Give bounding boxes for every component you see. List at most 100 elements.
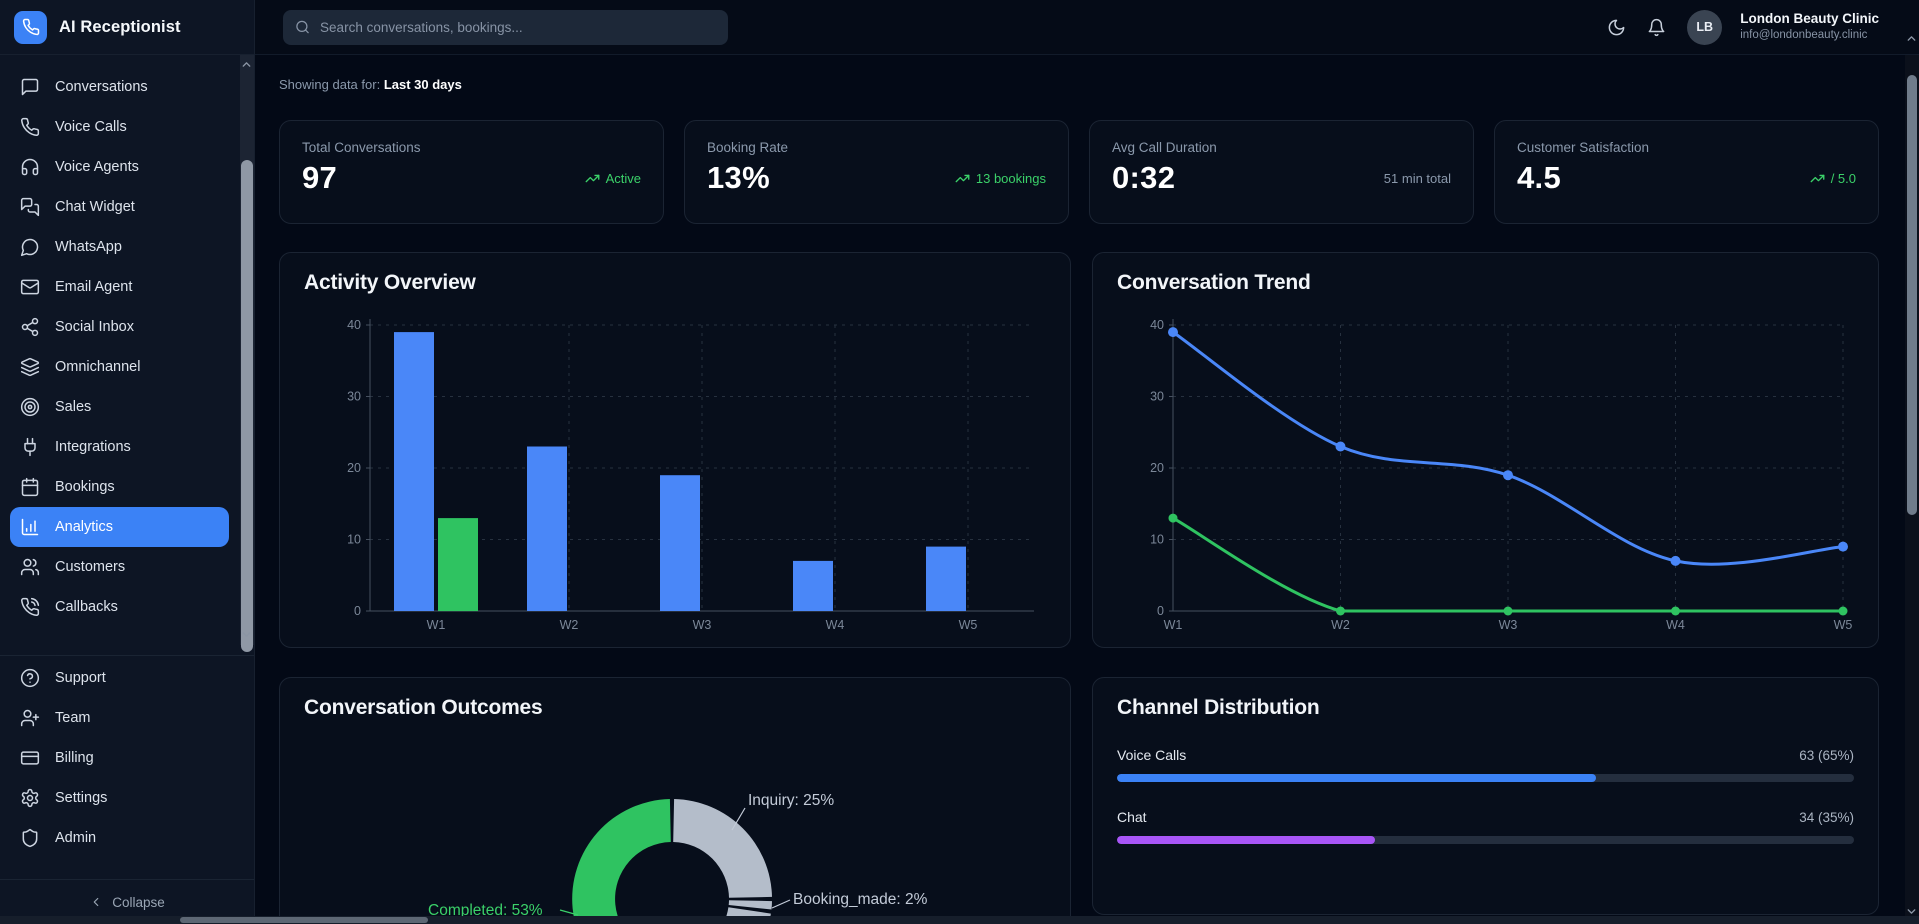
sidebar-item-label: Support <box>55 670 106 686</box>
sidebar-item-voice-calls[interactable]: Voice Calls <box>10 107 229 147</box>
sidebar-item-label: WhatsApp <box>55 239 122 255</box>
chevron-up-icon[interactable] <box>1905 32 1918 45</box>
horizontal-scrollbar-track[interactable] <box>0 916 1919 924</box>
channel-value: 63 (65%) <box>1799 748 1854 763</box>
bottom-row: Conversation Outcomes Inquiry: 25%Bookin… <box>279 677 1879 924</box>
chevron-down-icon[interactable] <box>1905 905 1918 918</box>
svg-text:W3: W3 <box>1499 618 1518 632</box>
bell-icon <box>1647 18 1666 37</box>
sidebar-item-voice-agents[interactable]: Voice Agents <box>10 147 229 187</box>
svg-text:W1: W1 <box>1164 618 1183 632</box>
sidebar-footer-nav: Support Team Billing SettingsAdmin <box>0 656 254 858</box>
sidebar-item-admin[interactable]: Admin <box>10 818 229 858</box>
svg-text:W3: W3 <box>693 618 712 632</box>
user-email: info@londonbeauty.clinic <box>1740 28 1879 42</box>
svg-text:30: 30 <box>1150 390 1164 404</box>
sidebar-item-bookings[interactable]: Bookings <box>10 467 229 507</box>
svg-text:40: 40 <box>347 318 361 332</box>
date-range-value: Last 30 days <box>384 77 462 92</box>
conversation-outcomes-panel: Conversation Outcomes Inquiry: 25%Bookin… <box>279 677 1071 924</box>
share-icon <box>20 317 40 337</box>
page-scrollbar-thumb[interactable] <box>1907 75 1917 515</box>
svg-text:Booking_made: 2%: Booking_made: 2% <box>793 891 928 908</box>
app-logo-row: AI Receptionist <box>0 0 254 55</box>
svg-text:W4: W4 <box>1666 618 1685 632</box>
trending-up-icon <box>1810 171 1825 186</box>
sidebar-item-label: Email Agent <box>55 279 132 295</box>
search-input[interactable] <box>320 20 716 35</box>
channel-row-0: Voice Calls63 (65%) <box>1117 747 1854 782</box>
panel-title: Conversation Trend <box>1117 271 1854 295</box>
plug-icon <box>20 437 40 457</box>
avatar[interactable]: LB <box>1687 10 1722 45</box>
sidebar-item-chat-widget[interactable]: Chat Widget <box>10 187 229 227</box>
mail-icon <box>20 277 40 297</box>
user-info: London Beauty Clinic info@londonbeauty.c… <box>1740 11 1879 42</box>
channel-distribution-panel: Channel Distribution Voice Calls63 (65%)… <box>1092 677 1879 915</box>
sidebar-item-label: Analytics <box>55 519 113 535</box>
sidebar-item-label: Bookings <box>55 479 115 495</box>
channel-progress-fill <box>1117 774 1596 782</box>
phone-icon <box>22 18 40 36</box>
sidebar-item-team[interactable]: Team <box>10 698 229 738</box>
svg-text:10: 10 <box>347 533 361 547</box>
sidebar-item-billing[interactable]: Billing <box>10 738 229 778</box>
stat-value: 0:32 <box>1112 160 1175 196</box>
sidebar-item-support[interactable]: Support <box>10 658 229 698</box>
stat-label: Booking Rate <box>707 140 1046 155</box>
messages-square-icon <box>20 197 40 217</box>
sidebar-item-customers[interactable]: Customers <box>10 547 229 587</box>
svg-text:W4: W4 <box>826 618 845 632</box>
app-logo <box>14 11 47 44</box>
search-box[interactable] <box>283 10 728 45</box>
stat-value: 4.5 <box>1517 160 1561 196</box>
credit-card-icon <box>20 748 40 768</box>
svg-text:W5: W5 <box>959 618 978 632</box>
sidebar-item-label: Chat Widget <box>55 199 135 215</box>
user-name: London Beauty Clinic <box>1740 11 1879 28</box>
sidebar-item-label: Callbacks <box>55 599 118 615</box>
sidebar-item-conversations[interactable]: Conversations <box>10 67 229 107</box>
sidebar-item-callbacks[interactable]: Callbacks <box>10 587 229 627</box>
sidebar-item-label: Billing <box>55 750 94 766</box>
stat-value: 97 <box>302 160 337 196</box>
sidebar-scrollbar-thumb[interactable] <box>241 160 253 652</box>
sidebar-item-label: Team <box>55 710 90 726</box>
svg-text:W2: W2 <box>1331 618 1350 632</box>
svg-text:40: 40 <box>1150 318 1164 332</box>
page-scrollbar-track[interactable] <box>1905 55 1919 916</box>
sidebar-item-whatsapp[interactable]: WhatsApp <box>10 227 229 267</box>
sidebar-item-settings[interactable]: Settings <box>10 778 229 818</box>
sidebar-scrollbar-track[interactable] <box>240 55 254 645</box>
sidebar-item-email-agent[interactable]: Email Agent <box>10 267 229 307</box>
theme-toggle-button[interactable] <box>1607 18 1626 37</box>
panel-title: Activity Overview <box>304 271 1046 295</box>
svg-text:0: 0 <box>1157 604 1164 618</box>
sidebar-item-sales[interactable]: Sales <box>10 387 229 427</box>
sidebar-item-analytics[interactable]: Analytics <box>10 507 229 547</box>
chevron-up-icon[interactable] <box>240 58 253 71</box>
horizontal-scrollbar-thumb[interactable] <box>180 917 428 923</box>
sidebar: AI Receptionist Conversations Voice Calls… <box>0 0 255 924</box>
svg-text:20: 20 <box>347 461 361 475</box>
stats-row: Total Conversations97ActiveBooking Rate1… <box>279 120 1879 224</box>
calendar-icon <box>20 477 40 497</box>
sidebar-item-label: Integrations <box>55 439 131 455</box>
sidebar-item-integrations[interactable]: Integrations <box>10 427 229 467</box>
svg-text:W1: W1 <box>427 618 446 632</box>
stat-value: 13% <box>707 160 770 196</box>
channel-progress-fill <box>1117 836 1375 844</box>
sidebar-item-social-inbox[interactable]: Social Inbox <box>10 307 229 347</box>
main-content: Showing data for: Last 30 days Total Con… <box>255 55 1919 924</box>
sidebar-item-label: Conversations <box>55 79 148 95</box>
sidebar-item-label: Omnichannel <box>55 359 140 375</box>
shield-icon <box>20 828 40 848</box>
sidebar-item-label: Sales <box>55 399 91 415</box>
layers-icon <box>20 357 40 377</box>
topbar: LB London Beauty Clinic info@londonbeaut… <box>255 0 1919 55</box>
notifications-button[interactable] <box>1647 18 1666 37</box>
chevron-down-icon[interactable] <box>240 628 253 641</box>
channel-rows: Voice Calls63 (65%)Chat34 (35%) <box>1117 747 1854 844</box>
date-range-indicator: Showing data for: Last 30 days <box>279 77 1879 92</box>
sidebar-item-omnichannel[interactable]: Omnichannel <box>10 347 229 387</box>
